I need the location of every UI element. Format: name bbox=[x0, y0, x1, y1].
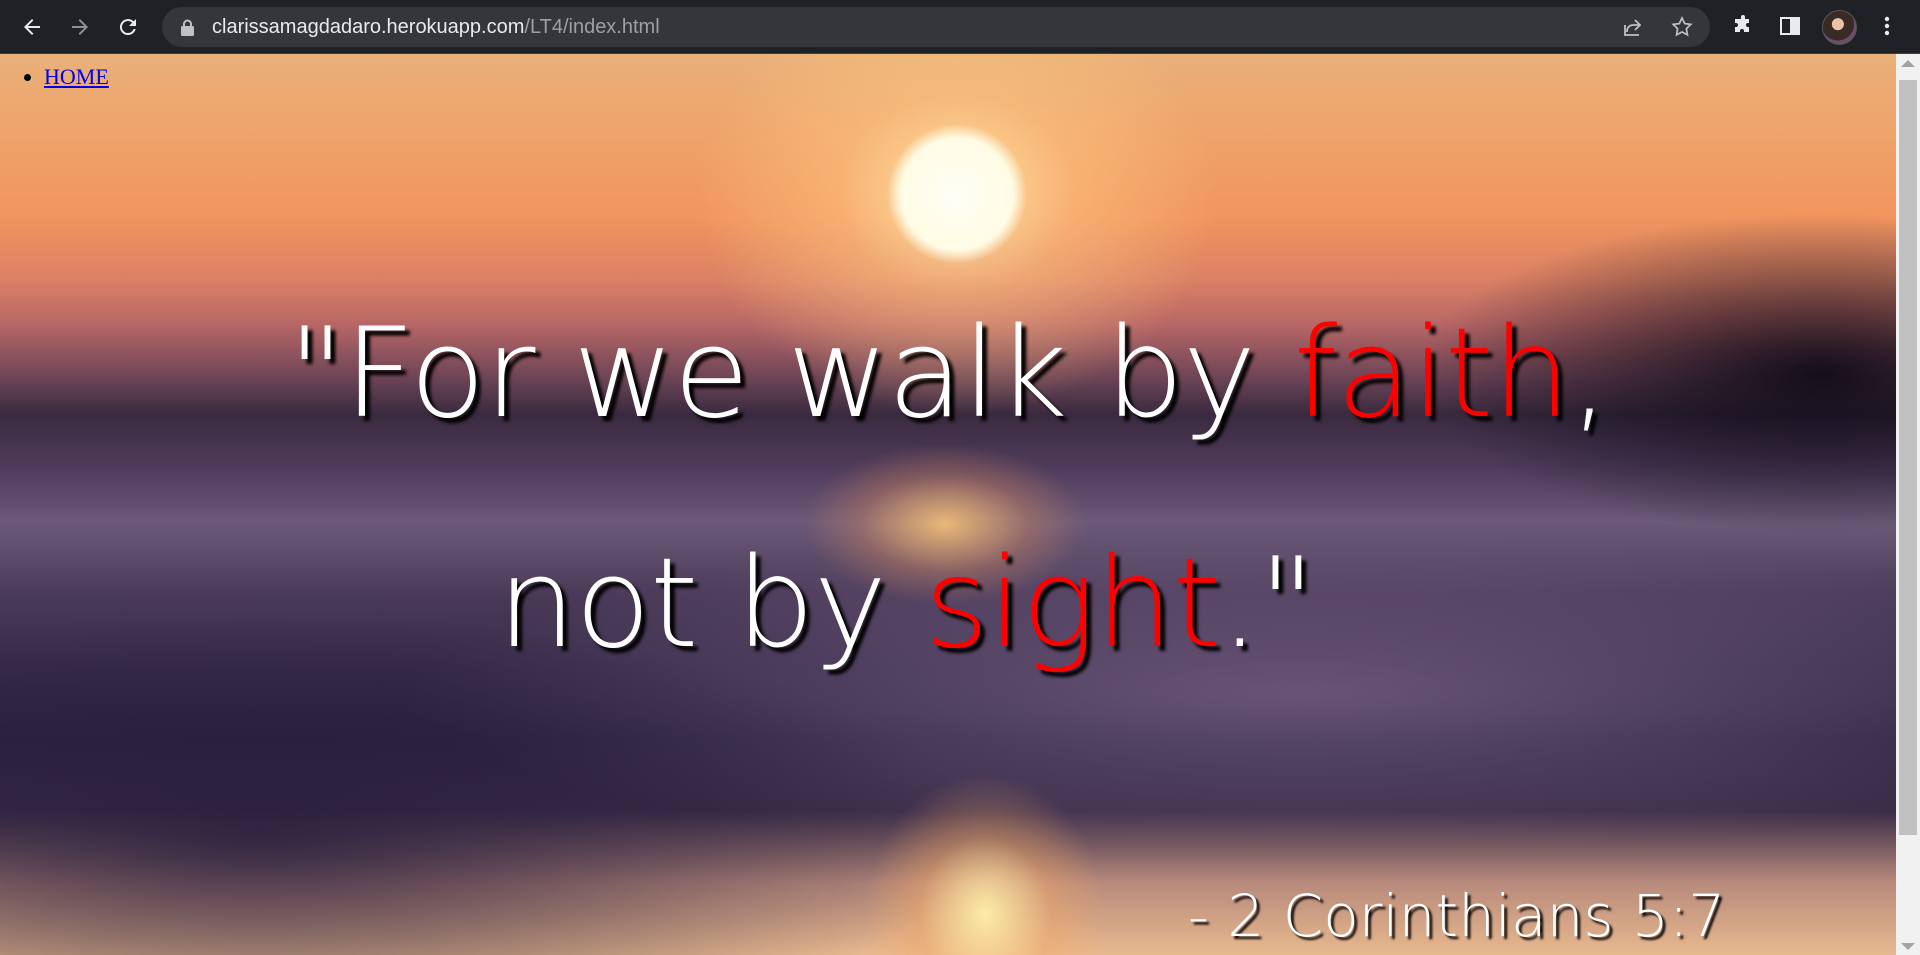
browser-toolbar: clarissamagdadaro.herokuapp.com/LT4/inde… bbox=[0, 0, 1920, 54]
page-viewport: HOME "For we walk by faith, not by sight… bbox=[0, 54, 1896, 955]
lock-icon bbox=[181, 19, 194, 36]
highlight-sight: sight bbox=[924, 532, 1221, 676]
scroll-up-arrow-icon[interactable] bbox=[1901, 60, 1915, 67]
forward-button[interactable] bbox=[63, 10, 97, 44]
quote-line-2-suffix: ." bbox=[1220, 532, 1315, 676]
url-host: clarissamagdadaro.herokuapp.com bbox=[212, 16, 525, 38]
nav-list: HOME bbox=[0, 64, 109, 90]
forward-arrow-icon bbox=[72, 19, 88, 35]
quote-line-1-prefix: "For we walk by bbox=[287, 302, 1294, 446]
star-icon[interactable] bbox=[1670, 15, 1694, 39]
quote-line-1-suffix: , bbox=[1569, 302, 1609, 446]
scrollbar-thumb[interactable] bbox=[1899, 80, 1917, 835]
address-bar[interactable]: clarissamagdadaro.herokuapp.com/LT4/inde… bbox=[162, 7, 1710, 47]
quote-line-2-prefix: not by bbox=[497, 532, 925, 676]
menu-button[interactable] bbox=[1873, 12, 1901, 40]
back-arrow-icon bbox=[24, 19, 40, 35]
quote-line-2: not by sight." bbox=[0, 532, 1854, 676]
back-button[interactable] bbox=[15, 10, 49, 44]
share-icon[interactable] bbox=[1621, 15, 1645, 39]
scroll-down-arrow-icon[interactable] bbox=[1901, 943, 1915, 950]
kebab-menu-icon bbox=[1884, 16, 1890, 36]
reload-button[interactable] bbox=[111, 10, 145, 44]
nav-item-home: HOME bbox=[44, 64, 109, 90]
url-path: /LT4/index.html bbox=[524, 16, 660, 38]
home-link[interactable]: HOME bbox=[44, 64, 109, 89]
side-panel-button[interactable] bbox=[1776, 12, 1804, 40]
profile-avatar[interactable] bbox=[1822, 10, 1857, 45]
reload-icon bbox=[119, 19, 136, 36]
url-text: clarissamagdadaro.herokuapp.com/LT4/inde… bbox=[212, 7, 660, 47]
verse-reference: - 2 Corinthians 5:7 bbox=[1188, 882, 1726, 950]
extensions-button[interactable] bbox=[1729, 12, 1757, 40]
highlight-faith: faith bbox=[1293, 302, 1571, 446]
side-panel-icon bbox=[1780, 17, 1800, 35]
extensions-icon bbox=[1735, 15, 1749, 32]
quote-line-1: "For we walk by faith, bbox=[0, 302, 1896, 446]
